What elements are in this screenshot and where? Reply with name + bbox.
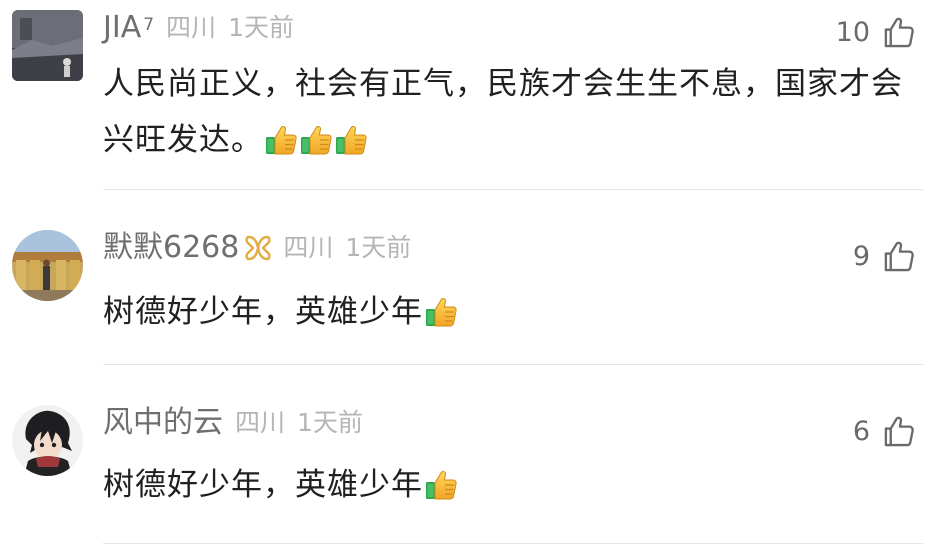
comment-meta: 风中的云 四川 1天前 <box>103 403 363 443</box>
comment-meta: 默默6268 四川 1天前 <box>103 228 411 268</box>
like-count: 10 <box>835 16 870 48</box>
location-label: 四川 <box>283 233 334 262</box>
thumbs-up-outline-icon[interactable] <box>882 415 915 448</box>
comment-item: 默默6268 四川 1天前 9 树德好少年，英雄少年 <box>0 190 939 365</box>
user-avatar[interactable] <box>12 405 83 476</box>
like-button[interactable]: 9 <box>853 236 915 276</box>
username[interactable]: JIA <box>103 8 141 48</box>
user-avatar[interactable] <box>12 10 83 81</box>
like-count: 9 <box>852 240 870 272</box>
user-avatar[interactable] <box>12 230 83 301</box>
gold-ribbon-badge-icon <box>245 235 271 261</box>
location-label: 四川 <box>235 408 286 437</box>
timestamp: 1天前 <box>345 233 412 262</box>
comment-meta: JIA 7 四川 1天前 <box>103 8 294 48</box>
timestamp: 1天前 <box>297 408 363 437</box>
comment-text: 人民尚正义，社会有正气，民族才会生生不息，国家才会兴旺发达。 <box>103 56 903 168</box>
username-superscript: 7 <box>143 15 155 35</box>
comment-text: 树德好少年，英雄少年 <box>103 284 903 340</box>
thumbs-up-outline-icon[interactable] <box>882 240 915 273</box>
comment-item: 风中的云 四川 1天前 6 树德好少年，英雄少年 <box>0 365 939 544</box>
thumbs-up-outline-icon[interactable] <box>882 16 915 49</box>
comment-text: 树德好少年，英雄少年 <box>103 457 903 513</box>
thumbs-up-emoji-icon <box>264 122 298 156</box>
thumbs-up-emoji-icon <box>299 122 333 156</box>
comment-body: 树德好少年，英雄少年 <box>103 294 423 330</box>
comment-item: JIA 7 四川 1天前 10 人民尚正义，社会有正气，民族才会生生不息，国家才… <box>0 0 939 190</box>
like-count: 6 <box>852 415 870 447</box>
thumbs-up-emoji-icon <box>334 122 368 156</box>
comment-body: 人民尚正义，社会有正气，民族才会生生不息，国家才会兴旺发达。 <box>103 66 903 158</box>
username[interactable]: 风中的云 <box>103 403 223 443</box>
location-label: 四川 <box>166 13 217 42</box>
thumbs-up-emoji-icon <box>424 467 458 501</box>
timestamp: 1天前 <box>228 13 294 42</box>
username[interactable]: 默默6268 <box>103 228 239 268</box>
like-button[interactable]: 6 <box>853 411 915 451</box>
comment-body: 树德好少年，英雄少年 <box>103 467 423 503</box>
like-button[interactable]: 10 <box>836 12 915 52</box>
thumbs-up-emoji-icon <box>424 294 458 328</box>
